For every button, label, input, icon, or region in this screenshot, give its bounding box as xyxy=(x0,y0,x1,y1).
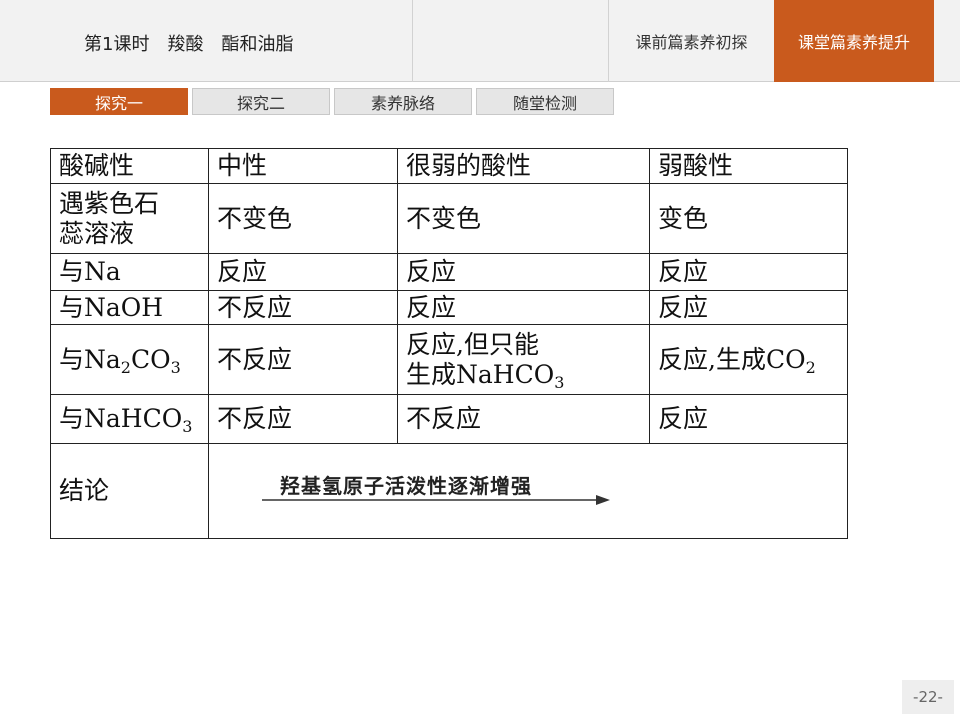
table-row: 与NaHCO3 不反应 不反应 反应 xyxy=(50,394,848,444)
table-cell: 反应 xyxy=(397,253,650,291)
table-row: 与Na 反应 反应 反应 xyxy=(50,253,848,291)
table-row: 与NaOH 不反应 反应 反应 xyxy=(50,290,848,325)
table-cell: 反应 xyxy=(208,253,398,291)
header-divider xyxy=(412,0,413,82)
tab-explore-1[interactable]: 探究一 xyxy=(50,88,188,115)
tab-explore-2[interactable]: 探究二 xyxy=(192,88,330,115)
page-number: -22- xyxy=(902,680,954,714)
nav-classroom-section[interactable]: 课堂篇素养提升 xyxy=(774,0,934,82)
row-header-acidity: 酸碱性 xyxy=(50,148,209,184)
tab-quiz[interactable]: 随堂检测 xyxy=(476,88,614,115)
table-cell: 反应 xyxy=(397,290,650,325)
arrow-right-icon xyxy=(262,495,610,505)
table-cell: 不反应 xyxy=(397,394,650,444)
table-cell: 不反应 xyxy=(208,394,398,444)
table-cell: 不变色 xyxy=(397,183,650,254)
row-header-naoh: 与NaOH xyxy=(50,290,209,325)
table-cell: 反应,但只能 生成NaHCO3 xyxy=(397,324,650,395)
tab-literacy-context[interactable]: 素养脉络 xyxy=(334,88,472,115)
table-cell: 不变色 xyxy=(208,183,398,254)
row-header-litmus: 遇紫色石 蕊溶液 xyxy=(50,183,209,254)
col-header-very-weak: 很弱的酸性 xyxy=(397,148,650,184)
col-header-neutral: 中性 xyxy=(208,148,398,184)
table-cell: 反应 xyxy=(649,394,848,444)
row-header-na: 与Na xyxy=(50,253,209,291)
table-cell: 反应 xyxy=(649,290,848,325)
table-cell: 变色 xyxy=(649,183,848,254)
table-row: 酸碱性 中性 很弱的酸性 弱酸性 xyxy=(50,148,848,184)
table-row: 与Na2CO3 不反应 反应,但只能 生成NaHCO3 反应,生成CO2 xyxy=(50,324,848,395)
page-title: 第1课时 羧酸 酯和油脂 xyxy=(84,34,294,55)
table-cell: 反应,生成CO2 xyxy=(649,324,848,395)
row-header-na2co3: 与Na2CO3 xyxy=(50,324,209,395)
header-bar: 第1课时 羧酸 酯和油脂 课前篇素养初探 课堂篇素养提升 xyxy=(0,0,960,82)
table-row: 遇紫色石 蕊溶液 不变色 不变色 变色 xyxy=(50,183,848,254)
table-cell: 反应 xyxy=(649,253,848,291)
row-header-nahco3: 与NaHCO3 xyxy=(50,394,209,444)
table-cell: 不反应 xyxy=(208,290,398,325)
col-header-weak: 弱酸性 xyxy=(649,148,848,184)
section-tabs: 探究一 探究二 素养脉络 随堂检测 xyxy=(50,88,614,115)
table-cell: 不反应 xyxy=(208,324,398,395)
nav-preview-section[interactable]: 课前篇素养初探 xyxy=(609,0,774,82)
row-header-conclusion: 结论 xyxy=(50,443,209,539)
